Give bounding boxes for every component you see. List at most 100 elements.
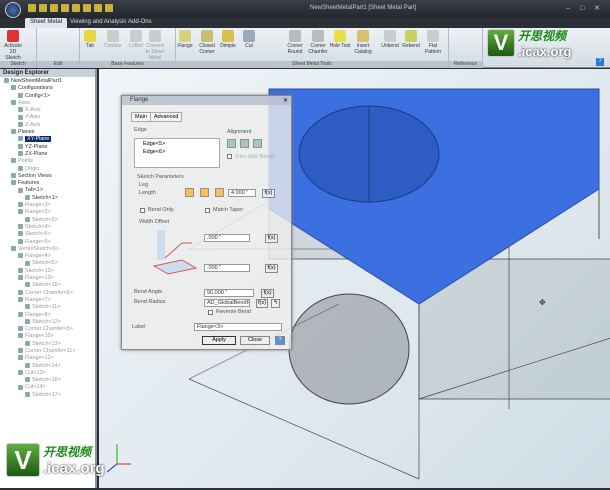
edge-list[interactable]: Edge<5> Edge<6> <box>134 138 220 168</box>
offset-end-fx-button[interactable]: f(x) <box>265 264 278 273</box>
tree-item[interactable]: Sketch<4> <box>0 224 95 231</box>
tree-item[interactable]: NewSheetMetalPart1 <box>0 78 95 85</box>
tree-item[interactable]: Tab<1> <box>0 187 95 194</box>
ribbon-button-flat-pattern[interactable]: Flat Pattern <box>422 30 444 55</box>
close-icon[interactable]: ✕ <box>283 97 288 104</box>
tree-item[interactable]: Sketch<2> <box>0 217 95 224</box>
offset-start-fx-button[interactable]: f(x) <box>265 234 278 243</box>
tree-item[interactable]: Points <box>0 158 95 165</box>
ribbon-button-flange[interactable]: Flange <box>174 30 196 49</box>
window-controls[interactable]: – □ ✕ <box>566 4 604 12</box>
tree-item[interactable]: Sketch<14> <box>0 363 95 370</box>
ribbon-button-hole-tool[interactable]: Hole Tool <box>329 30 351 49</box>
tree-item[interactable]: Configurations <box>0 85 95 92</box>
tree-item[interactable]: Corner Chamfer<6> <box>0 290 95 297</box>
tree-item[interactable]: Origin <box>0 166 95 173</box>
tab-add-ons[interactable]: Add-Ons <box>123 18 157 28</box>
tree-item[interactable]: Corner Chamfer<5> <box>0 326 95 333</box>
ribbon-button-insert-catalog[interactable]: Insert Catalog <box>352 30 374 55</box>
tree-item[interactable]: Cut<13> <box>0 370 95 377</box>
ribbon-button-corner-round[interactable]: Corner Round <box>284 30 306 55</box>
tree-item[interactable]: Sketch<5> <box>0 260 95 267</box>
edge-item[interactable]: Edge<6> <box>135 149 219 155</box>
ribbon-button-convert-to-sheet-metal[interactable]: Convert to Sheet Metal <box>144 30 166 61</box>
bend-angle-input[interactable]: 90.000 " <box>204 289 254 297</box>
ribbon-button-dimple[interactable]: Dimple <box>217 30 239 49</box>
tree-item[interactable]: Sketch<12> <box>0 319 95 326</box>
tree-item[interactable]: Flange<8> <box>0 312 95 319</box>
help-icon[interactable]: ? <box>596 58 604 66</box>
bend-only-checkbox[interactable] <box>140 208 145 213</box>
tree-item[interactable]: Flange<2> <box>0 209 95 216</box>
ribbon-button-activate-2d-sketch[interactable]: Activate 2D Sketch <box>2 30 24 61</box>
align-outside-button[interactable] <box>253 139 262 148</box>
tree-item[interactable]: Sketch<11> <box>0 304 95 311</box>
tab-sheet-metal[interactable]: Sheet Metal <box>25 18 68 28</box>
reverse-bend-checkbox[interactable] <box>208 310 213 315</box>
tree-item[interactable]: YZ-Plane <box>0 144 95 151</box>
tree-item[interactable]: Flange<4> <box>0 253 95 260</box>
tree-item[interactable]: Sketch<10> <box>0 268 95 275</box>
tree-item[interactable]: Cut<14> <box>0 384 95 391</box>
ribbon-button-tab[interactable]: Tab <box>79 30 101 49</box>
tree-item[interactable]: Flange<7> <box>0 297 95 304</box>
tab-main[interactable]: Main <box>131 112 151 122</box>
apply-button[interactable]: Apply <box>202 336 236 345</box>
tree-item[interactable]: X-Axis <box>0 107 95 114</box>
match-taper-checkbox[interactable] <box>205 208 210 213</box>
tree-item[interactable]: ZX-Plane <box>0 151 95 158</box>
tree-item[interactable]: Sketch<16> <box>0 377 95 384</box>
tree-item[interactable]: Corner Chamfer<11> <box>0 348 95 355</box>
ribbon-button-cut[interactable]: Cut <box>238 30 260 49</box>
tree-item[interactable]: Z-Axis <box>0 122 95 129</box>
trim-side-bends-checkbox[interactable] <box>227 154 232 159</box>
bend-radius-input[interactable]: AD_GlobalBendR <box>204 299 250 307</box>
leg-type-3-button[interactable] <box>215 188 224 197</box>
tree-item[interactable]: Sketch<13> <box>0 341 95 348</box>
align-center-button[interactable] <box>240 139 249 148</box>
length-fx-button[interactable]: f(x) <box>262 189 275 198</box>
align-inside-button[interactable] <box>227 139 236 148</box>
ribbon-button-rebend[interactable]: Rebend <box>400 30 422 49</box>
tree-item[interactable]: Config<1> <box>0 93 95 100</box>
tree-item[interactable]: Sketch<5> <box>0 231 95 238</box>
tree-node-icon <box>11 172 16 178</box>
tree-item-label: Configurations <box>18 85 53 92</box>
tree-item[interactable]: Features <box>0 180 95 187</box>
tree-item[interactable]: Flange<3> <box>0 202 95 209</box>
leg-type-2-button[interactable] <box>200 188 209 197</box>
ribbon-button-corner-chamfer[interactable]: Corner Chamfer <box>307 30 329 55</box>
tree-item[interactable]: Y-Axis <box>0 114 95 121</box>
tree-item[interactable]: Axes <box>0 100 95 107</box>
ribbon-button-closed-corner[interactable]: Closed Corner <box>196 30 218 55</box>
tree-item[interactable]: XY-Plane <box>0 136 95 143</box>
tree-item[interactable]: Flange<10> <box>0 333 95 340</box>
close-button[interactable]: Close <box>240 336 270 345</box>
help-icon[interactable]: ? <box>275 336 285 345</box>
bend-angle-fx-button[interactable]: f(x) <box>261 289 274 298</box>
length-input[interactable]: 4.000 " <box>228 189 256 197</box>
tab-viewing-analysis[interactable]: Viewing and Analysis <box>65 18 131 28</box>
tree-item[interactable]: Sketch<15> <box>0 282 95 289</box>
tab-advanced[interactable]: Advanced <box>150 112 183 122</box>
application-button[interactable] <box>5 2 21 18</box>
reset-icon[interactable]: ↰ <box>271 299 280 308</box>
ribbon-button-unbend[interactable]: Unbend <box>379 30 401 49</box>
quick-access-toolbar[interactable] <box>28 4 113 12</box>
offset-end-input[interactable]: .000 " <box>204 264 250 272</box>
tree-item[interactable]: Sketch<1> <box>0 195 95 202</box>
tree-item[interactable]: Planes <box>0 129 95 136</box>
tree-item[interactable]: Section Views <box>0 173 95 180</box>
offset-start-input[interactable]: .000 " <box>204 234 250 242</box>
label-input[interactable]: Flange<3> <box>194 323 282 331</box>
bend-radius-fx-button[interactable]: f(x) <box>256 299 268 308</box>
leg-type-1-button[interactable] <box>185 188 194 197</box>
tree-item[interactable]: Flange<13> <box>0 275 95 282</box>
tree-item[interactable]: Sketch<17> <box>0 392 95 399</box>
tree-item-label: VertexSketch<6> <box>18 245 60 252</box>
ribbon-button-contour[interactable]: Contour <box>102 30 124 49</box>
tree-item[interactable]: VertexSketch<6> <box>0 246 95 253</box>
tree-item[interactable]: Flange<5> <box>0 239 95 246</box>
tree-item[interactable]: Flange<12> <box>0 355 95 362</box>
edge-item[interactable]: Edge<5> <box>135 139 219 149</box>
